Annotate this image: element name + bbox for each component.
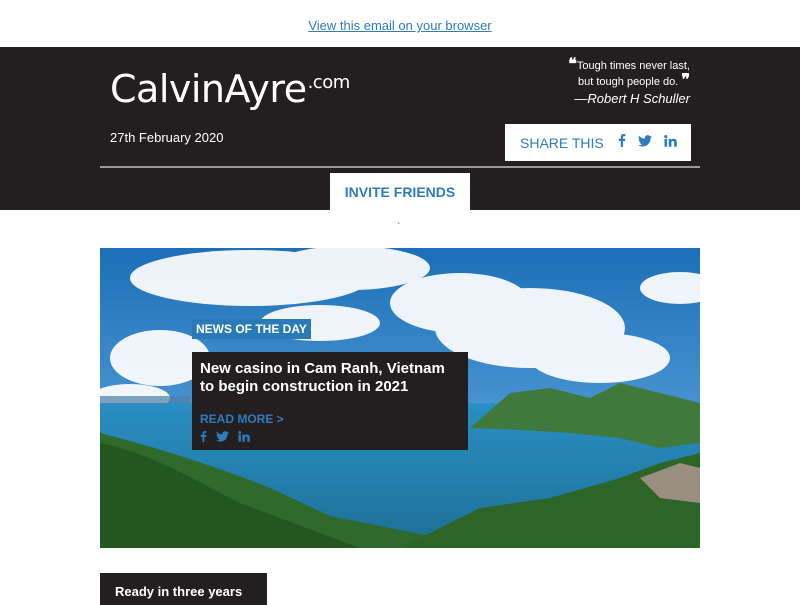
twitter-icon[interactable]	[637, 134, 652, 152]
stray-tick-mark: `	[397, 222, 401, 233]
featured-story-card: New casino in Cam Ranh, Vietnam to begin…	[192, 352, 468, 450]
logo-main-text: CalvinAyre	[110, 67, 307, 111]
title-line-2: to begin construction in 2021	[200, 378, 409, 395]
calvinayre-logo[interactable]: CalvinAyre.com	[110, 67, 350, 111]
news-of-the-day-tag: NEWS OF THE DAY	[192, 319, 311, 339]
quote-line-1: ❝Tough times never last,	[568, 54, 690, 73]
read-more-link[interactable]: READ MORE >	[200, 412, 284, 426]
share-box: SHARE THIS	[505, 124, 691, 161]
top-bar: View this email on your browser	[0, 0, 800, 47]
quote-block: ❝Tough times never last, but tough peopl…	[568, 54, 690, 106]
header-divider	[100, 166, 700, 168]
quote-text-1: Tough times never last,	[576, 60, 690, 72]
linkedin-icon[interactable]	[238, 431, 250, 442]
view-in-browser-link[interactable]: View this email on your browser	[308, 18, 491, 33]
logo-suffix-text: .com	[307, 72, 351, 93]
featured-hero: NEWS OF THE DAY New casino in Cam Ranh, …	[100, 248, 700, 548]
share-label: SHARE THIS	[520, 134, 604, 151]
open-quote-icon: ❝	[568, 54, 577, 73]
facebook-icon[interactable]	[200, 431, 207, 442]
facebook-icon[interactable]	[618, 133, 626, 152]
quote-text-2: but tough people do.	[578, 76, 679, 88]
linkedin-icon[interactable]	[664, 134, 677, 152]
twitter-icon[interactable]	[216, 431, 229, 442]
issue-date: 27th February 2020	[110, 130, 224, 145]
close-quote-icon: ❞	[681, 70, 690, 89]
invite-friends-button[interactable]: INVITE FRIENDS	[330, 173, 470, 210]
featured-story-title[interactable]: New casino in Cam Ranh, Vietnam to begin…	[200, 360, 460, 396]
title-line-1: New casino in Cam Ranh, Vietnam	[200, 360, 445, 377]
quote-line-2: but tough people do. ❞	[568, 70, 690, 89]
email-header: CalvinAyre.com ❝Tough times never last, …	[0, 47, 800, 210]
quote-author: —Robert H Schuller	[574, 91, 690, 106]
story-share-icons	[200, 431, 460, 442]
section-subheading: Ready in three years	[100, 573, 267, 605]
